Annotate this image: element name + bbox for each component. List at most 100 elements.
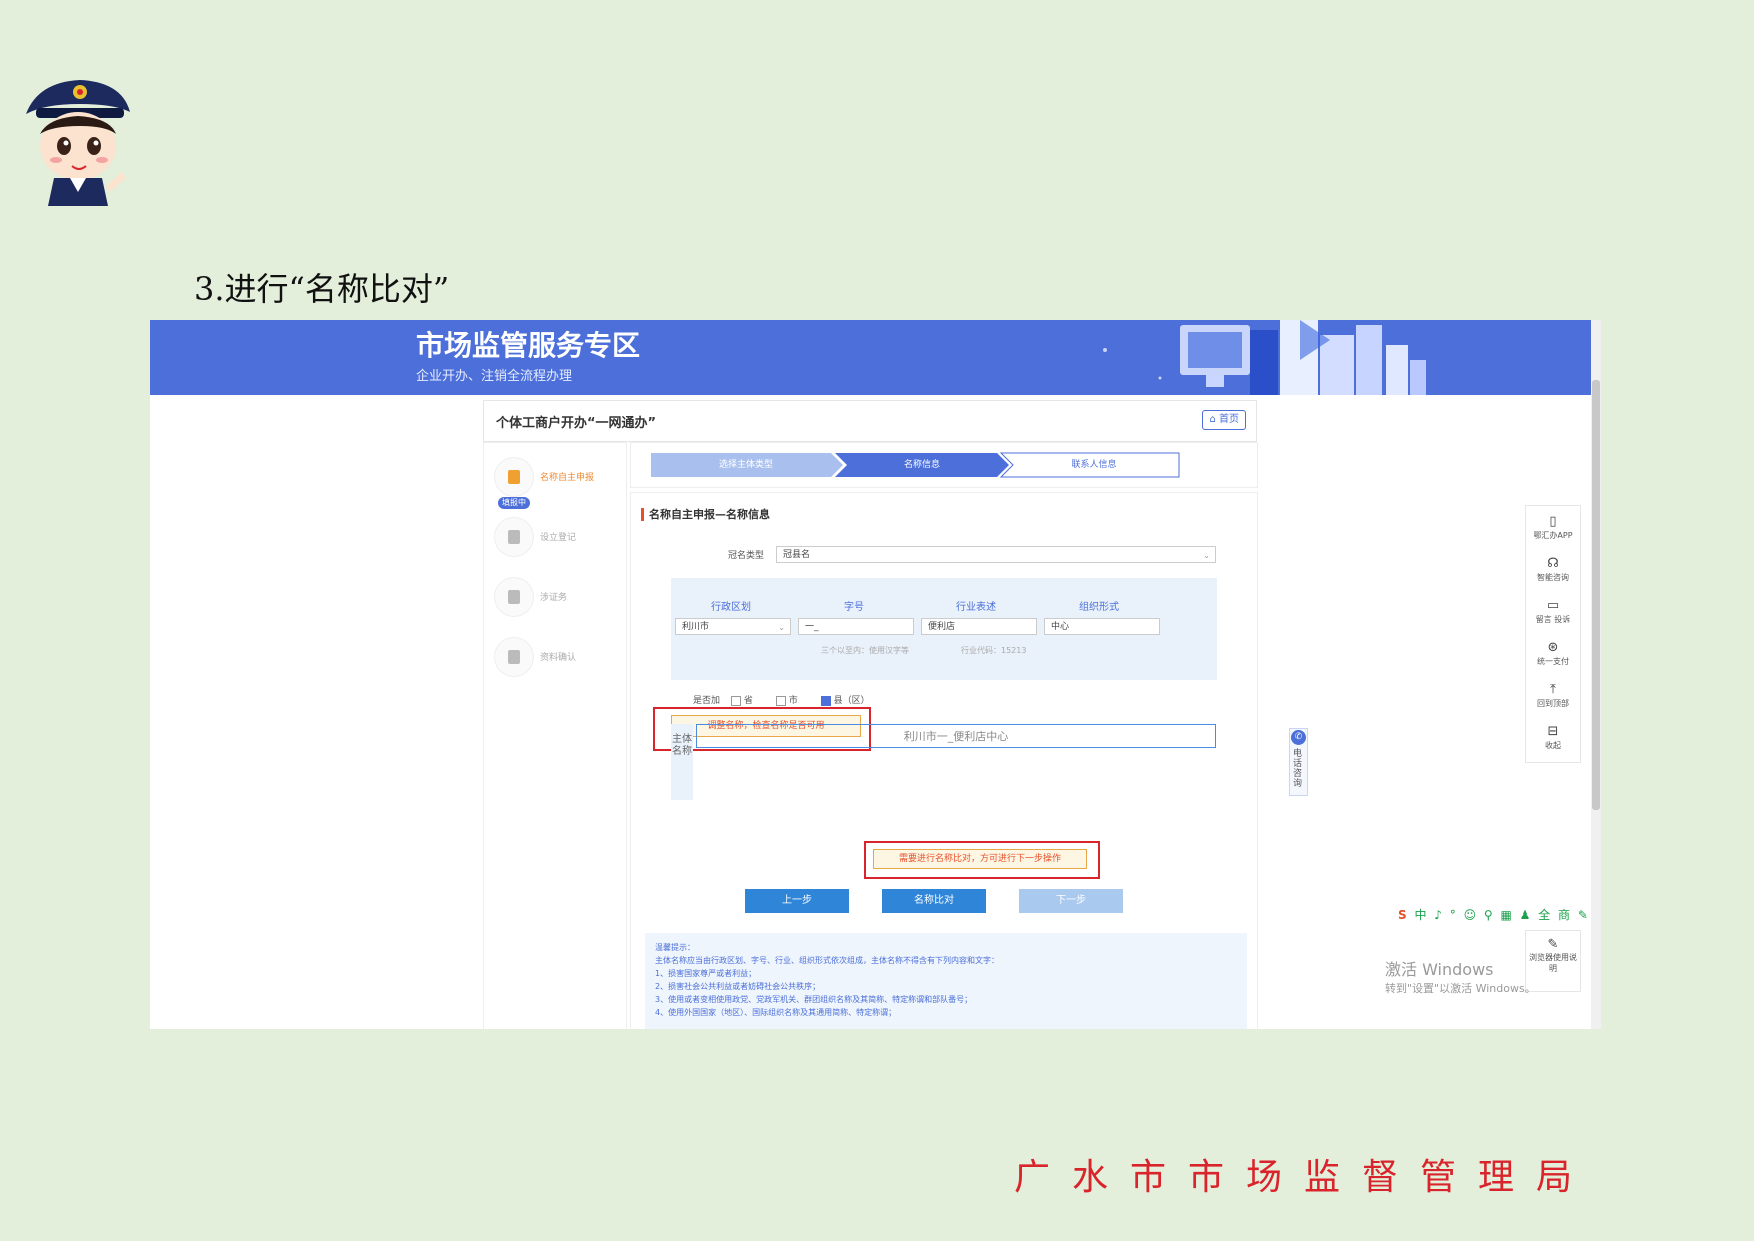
checkbox-label: 市 <box>788 696 798 706</box>
document-icon <box>494 637 534 677</box>
notice-line: 1、损害国家尊严或者利益； <box>655 969 757 978</box>
warning-compare-required: 需要进行名称比对，方可进行下一步操作 <box>873 849 1087 869</box>
notice-box: 温馨提示： 主体名称应当由行政区划、字号、行业、组织形式依次组成，主体名称不得含… <box>645 933 1247 1029</box>
include-label: 是否加 <box>693 696 721 706</box>
tool-collapse[interactable]: ⊟ 收起 <box>1526 724 1580 764</box>
notice-line: 2、损害社会公共利益或者妨碍社会公共秩序； <box>655 982 821 991</box>
right-tool-rail: ▯ 鄂汇办APP ☊ 智能咨询 ▭ 留言 投诉 ⊛ 统一支付 ⤒ 回到顶部 ⊟ … <box>1525 505 1581 763</box>
home-icon: ⌂ <box>1209 414 1216 425</box>
tool-app[interactable]: ▯ 鄂汇办APP <box>1526 514 1580 554</box>
trade-name-hint: 三个以至内：使用汉字等 <box>821 646 909 655</box>
checkbox-label: 省 <box>743 696 753 706</box>
step-select-type: 选择主体类型 <box>718 460 773 470</box>
prev-button[interactable]: 上一步 <box>745 889 849 913</box>
name-compare-button[interactable]: 名称比对 <box>882 889 986 913</box>
tool-label: 留言 投诉 <box>1535 615 1571 624</box>
panel-title: 个体工商户开办“一网通办” <box>496 416 657 431</box>
chevron-down-icon: ⌄ <box>778 623 785 632</box>
step-contact-info: 联系人信息 <box>1071 460 1117 470</box>
chevron-down-icon: ⌄ <box>1203 551 1210 560</box>
district-value: 利川市 <box>682 622 710 632</box>
feather-icon: ✎ <box>1547 937 1559 952</box>
col-district: 行政区划 <box>711 602 751 613</box>
sogou-logo-icon: S <box>1398 908 1409 922</box>
notice-title: 温馨提示： <box>655 943 695 952</box>
name-type-label: 冠名类型 <box>728 551 765 561</box>
tool-pay[interactable]: ⊛ 统一支付 <box>1526 640 1580 680</box>
status-badge: 填报中 <box>498 497 530 509</box>
nav-item-licenses[interactable]: 涉证务 <box>494 577 624 621</box>
phone-consult-label: 电话咨询 <box>1293 749 1303 789</box>
industry-input[interactable]: 便利店 <box>921 618 1037 635</box>
banner-subtitle: 企业开办、注销全流程办理 <box>416 369 573 384</box>
windows-activation-watermark: 激活 Windows 转到"设置"以激活 Windows。 <box>1385 956 1536 996</box>
include-row: 是否加 省 市 县（区） <box>693 693 870 706</box>
industry-code-hint: 行业代码：15213 <box>961 646 1027 655</box>
header-banner: 市场监管服务专区 企业开办、注销全流程办理 <box>150 320 1591 395</box>
nav-item-name-declaration[interactable]: 名称自主申报 填报中 <box>494 457 624 509</box>
scrollbar-thumb[interactable] <box>1592 380 1600 810</box>
notice-line: 4、使用外国国家（地区）、国际组织名称及其通用简称、特定称谓； <box>655 1008 897 1017</box>
form-icon <box>494 517 534 557</box>
name-composition-box: 行政区划 字号 行业表述 组织形式 利川市 ⌄ 一_ 便利店 中心 三个以至内：… <box>671 578 1217 680</box>
watermark-line2: 转到"设置"以激活 Windows。 <box>1385 982 1536 995</box>
step-progress: 选择主体类型 名称信息 联系人信息 <box>630 442 1258 488</box>
tool-label: 回到顶部 <box>1537 699 1569 708</box>
ime-toolbar-items: 中 ♪ ° ☺ ⚲ ▦ ♟ 全 商 ✎ <box>1414 908 1590 922</box>
checkbox-province[interactable] <box>730 695 741 706</box>
checkbox-city[interactable] <box>775 695 786 706</box>
notice-line: 主体名称应当由行政区划、字号、行业、组织形式依次组成，主体名称不得含有下列内容和… <box>655 956 999 965</box>
collapse-icon: ⊟ <box>1547 724 1559 739</box>
col-org-form: 组织形式 <box>1079 602 1119 613</box>
phone-icon: ✆ <box>1291 730 1306 745</box>
col-industry: 行业表述 <box>956 602 996 613</box>
phone-consult-tab[interactable]: ✆ 电话咨询 <box>1289 728 1308 796</box>
name-type-select[interactable]: 冠县名 ⌄ <box>776 546 1216 563</box>
tool-label: 鄂汇办APP <box>1533 531 1573 540</box>
banner-title: 市场监管服务专区 <box>416 329 641 362</box>
subject-name-label: 主体名称 <box>671 724 693 800</box>
org-form-input[interactable]: 中心 <box>1044 618 1160 635</box>
notice-line: 3、使用或者变相使用政党、党政军机关、群团组织名称及其简称、特定称谓和部队番号； <box>655 995 973 1004</box>
nav-item-label: 资料确认 <box>540 653 577 663</box>
tool-label: 智能咨询 <box>1537 573 1569 582</box>
nav-item-registration[interactable]: 设立登记 <box>494 517 624 561</box>
step-name-info: 名称信息 <box>903 460 940 470</box>
browser-screenshot: 市场监管服务专区 企业开办、注销全流程办理 个体工商户开办“一网通办” ⌂ 首页… <box>150 320 1601 1029</box>
district-select[interactable]: 利川市 ⌄ <box>675 618 791 635</box>
checkbox-label: 县（区） <box>833 696 870 706</box>
phone-icon: ▯ <box>1549 514 1557 529</box>
tool-back-to-top[interactable]: ⤒ 回到顶部 <box>1526 682 1580 722</box>
trade-name-input[interactable]: 一_ <box>798 618 914 635</box>
page-scrollbar[interactable] <box>1591 320 1601 1029</box>
certificate-icon <box>494 577 534 617</box>
name-info-form: 名称自主申报—名称信息 冠名类型 冠县名 ⌄ 行政区划 字号 行业表述 组织形式… <box>630 492 1258 1029</box>
tool-message[interactable]: ▭ 留言 投诉 <box>1526 598 1580 638</box>
home-button[interactable]: ⌂ 首页 <box>1202 410 1246 430</box>
headset-icon: ☊ <box>1547 556 1559 571</box>
tool-label: 收起 <box>1545 741 1561 750</box>
subject-name-field[interactable]: 利川市一_便利店中心 <box>696 724 1216 748</box>
checkbox-county[interactable] <box>820 695 831 706</box>
nav-item-label: 涉证务 <box>540 593 568 603</box>
city-illustration <box>1103 320 1426 395</box>
next-button[interactable]: 下一步 <box>1019 889 1123 913</box>
tool-consult[interactable]: ☊ 智能咨询 <box>1526 556 1580 596</box>
col-trade-name: 字号 <box>844 602 864 613</box>
message-icon: ▭ <box>1546 598 1560 613</box>
ime-toolbar[interactable]: S 中 ♪ ° ☺ ⚲ ▦ ♟ 全 商 ✎ <box>1398 906 1590 923</box>
slide-title: 3.进行“名称比对” <box>194 270 450 308</box>
tool-label: 统一支付 <box>1537 657 1569 666</box>
side-nav: 名称自主申报 填报中 设立登记 涉证务 资料确认 <box>483 442 627 1029</box>
home-button-label: 首页 <box>1219 414 1239 425</box>
name-type-value: 冠县名 <box>783 550 811 560</box>
nav-item-label: 名称自主申报 <box>540 473 595 483</box>
section-title: 名称自主申报—名称信息 <box>641 508 770 521</box>
inspector-mascot-image <box>26 80 130 206</box>
watermark-line1: 激活 Windows <box>1385 960 1494 979</box>
pay-icon: ⊛ <box>1547 640 1559 655</box>
panel-header: 个体工商户开办“一网通办” ⌂ 首页 <box>483 400 1257 442</box>
nav-item-confirm[interactable]: 资料确认 <box>494 637 624 681</box>
nav-item-label: 设立登记 <box>540 533 577 543</box>
back-to-top-icon: ⤒ <box>1550 682 1556 697</box>
